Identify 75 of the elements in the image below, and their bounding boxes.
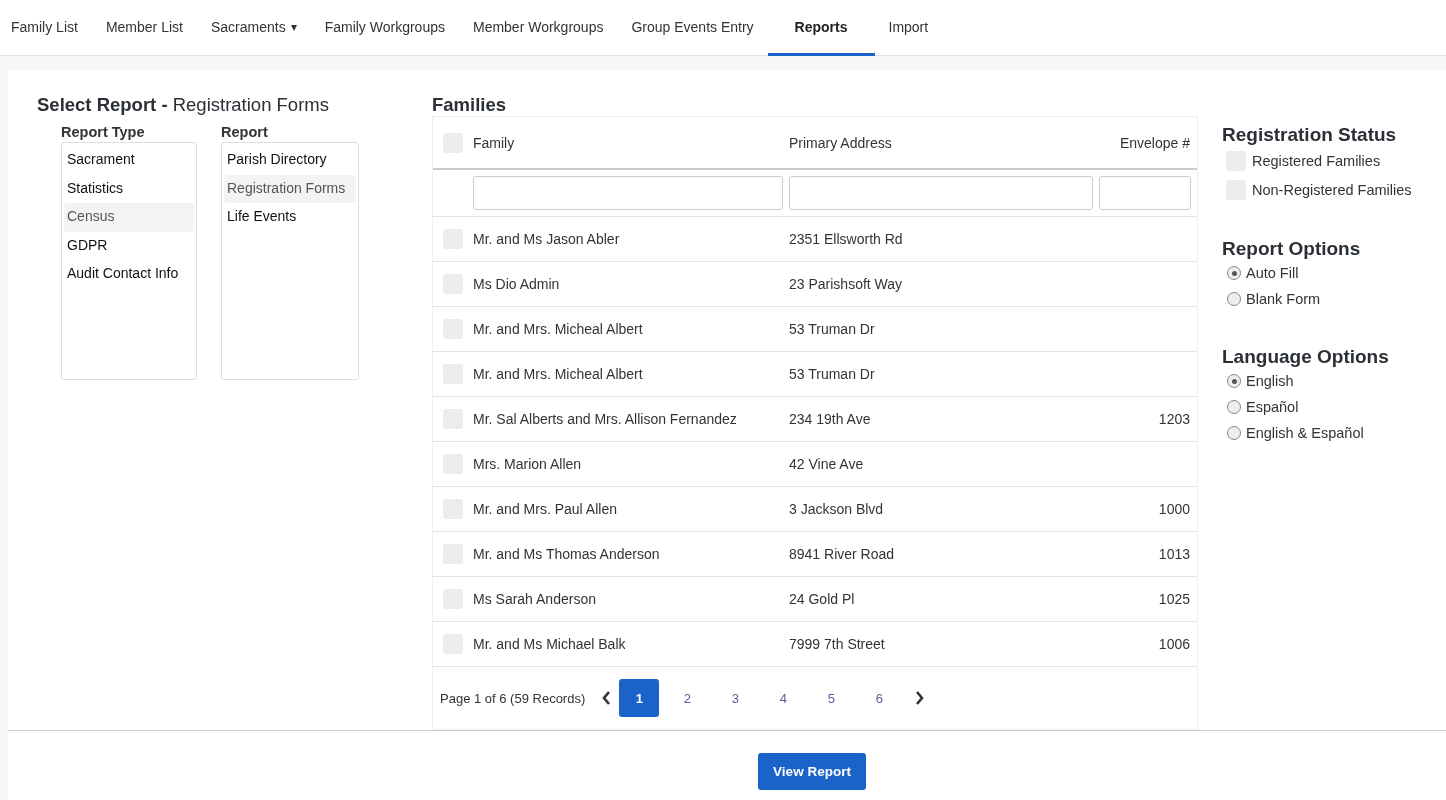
section-title: Language Options (1222, 346, 1390, 368)
page-button[interactable]: 5 (811, 679, 852, 717)
radio-button[interactable] (1227, 400, 1241, 414)
table-cell: Mr. and Mrs. Micheal Albert (473, 321, 643, 337)
page-button[interactable]: 3 (715, 679, 756, 717)
section-title: Registration Status (1222, 124, 1398, 146)
section-title: Report Options (1222, 238, 1362, 260)
page-button[interactable]: 4 (763, 679, 804, 717)
list-item[interactable]: Audit Contact Info (64, 260, 194, 289)
view-report-button[interactable]: View Report (758, 753, 866, 790)
checkbox-label: Non-Registered Families (1252, 181, 1412, 198)
list-item[interactable]: Registration Forms (224, 174, 356, 203)
radio-label: English (1246, 373, 1294, 389)
filter-field[interactable] (1099, 176, 1191, 210)
filter-field[interactable] (789, 176, 1093, 210)
radio-label: Blank Form (1246, 291, 1321, 307)
list-item[interactable]: Statistics (64, 174, 194, 203)
table-cell: Mr. and Mrs. Micheal Albert (473, 366, 643, 382)
table-cell: 2351 Ellsworth Rd (789, 231, 903, 247)
table-cell: Mr. and Ms Thomas Anderson (473, 546, 660, 562)
table-cell: Mr. and Ms Michael Balk (473, 636, 626, 652)
section-title: Select Report - Registration Forms (37, 94, 330, 116)
nav-tab[interactable]: Reports (767, 0, 875, 56)
table-cell: 1000 (1158, 501, 1190, 517)
table-cell: 53 Truman Dr (789, 321, 875, 337)
nav-tab[interactable]: Group Events Entry (617, 0, 768, 56)
radio-button[interactable] (1227, 292, 1241, 306)
table-cell: 1013 (1158, 546, 1190, 562)
table-cell: Mrs. Marion Allen (473, 456, 582, 472)
nav-tab[interactable]: Family List (0, 0, 92, 56)
page-button[interactable]: 1 (619, 679, 660, 717)
table-cell: 3 Jackson Blvd (789, 501, 884, 517)
list-item[interactable]: Sacrament (64, 146, 194, 175)
table-cell: 7999 7th Street (789, 636, 885, 652)
table-cell: 234 19th Ave (789, 411, 871, 427)
table-cell: 23 Parishsoft Way (789, 276, 903, 292)
list-item[interactable]: Life Events (224, 203, 356, 232)
page-button[interactable]: 2 (667, 679, 708, 717)
checkbox-label: Registered Families (1252, 152, 1381, 169)
list-label: Report Type (61, 124, 146, 140)
nav-tab[interactable]: Sacraments ▾ (196, 0, 311, 56)
list-item[interactable]: Parish Directory (224, 146, 356, 175)
nav-tab[interactable]: Family Workgroups (310, 0, 459, 56)
table-cell: 1025 (1158, 591, 1190, 607)
radio-label: English & Español (1246, 425, 1364, 441)
table-cell: 8941 River Road (789, 546, 895, 562)
next-page-icon[interactable] (913, 690, 926, 706)
list-item[interactable]: Census (64, 203, 194, 232)
column-header[interactable]: Envelope # (1099, 134, 1197, 151)
list-item[interactable]: GDPR (64, 231, 194, 260)
table-cell: Mr. and Mrs. Paul Allen (473, 501, 617, 517)
radio-button[interactable] (1227, 266, 1241, 280)
table-cell: 53 Truman Dr (789, 366, 875, 382)
table-cell: Ms Sarah Anderson (473, 591, 596, 607)
table-cell: 1203 (1158, 411, 1190, 427)
nav-tab[interactable]: Import (874, 0, 943, 56)
filter-field[interactable] (473, 176, 783, 210)
radio-label: Español (1246, 399, 1299, 415)
list-label: Report (221, 124, 269, 140)
column-header[interactable]: Primary Address (789, 134, 1099, 151)
nav-tab[interactable]: Member List (91, 0, 197, 56)
nav-tab[interactable]: Member Workgroups (458, 0, 618, 56)
page-button[interactable]: 6 (859, 679, 900, 717)
radio-button[interactable] (1227, 374, 1241, 388)
table-cell: 42 Vine Ave (789, 456, 864, 472)
table-cell: 24 Gold Pl (789, 591, 855, 607)
table-cell: Mr. and Ms Jason Abler (473, 231, 620, 247)
radio-button[interactable] (1227, 426, 1241, 440)
table-cell: Ms Dio Admin (473, 276, 560, 292)
page-summary: Page 1 of 6 (59 Records) (440, 690, 586, 706)
radio-label: Auto Fill (1246, 265, 1299, 281)
table-cell: 1006 (1158, 636, 1190, 652)
section-title: Families (432, 94, 508, 116)
table-cell: Mr. Sal Alberts and Mrs. Allison Fernandez (473, 411, 737, 427)
column-header[interactable]: Family (473, 134, 789, 151)
